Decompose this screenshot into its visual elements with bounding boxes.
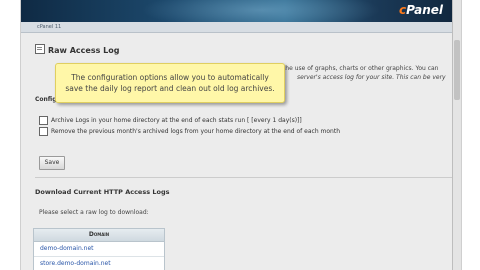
scrollbar-thumb[interactable] <box>454 40 460 100</box>
tutorial-tooltip: The configuration options allow you to a… <box>55 63 285 103</box>
scrollbar[interactable] <box>452 0 461 270</box>
download-logs-title: Download Current HTTP Access Logs <box>35 188 170 196</box>
cpanel-logo: cPanel <box>398 3 443 17</box>
page-frame: cPanel cPanel 11 Raw Access Log at the u… <box>20 0 462 270</box>
header-banner: cPanel <box>21 0 461 30</box>
remove-archived-option[interactable]: Remove the previous month's archived log… <box>39 127 340 136</box>
raw-log-table: Domain demo-domain.net store.demo-domain… <box>33 228 165 270</box>
log-icon <box>35 44 45 54</box>
domain-column-header: Domain <box>34 229 164 242</box>
domain-link[interactable]: store.demo-domain.net <box>40 260 111 267</box>
divider <box>35 177 455 178</box>
breadcrumb-bar: cPanel 11 <box>21 22 461 33</box>
breadcrumb[interactable]: cPanel 11 <box>37 22 61 32</box>
download-instruction: Please select a raw log to download: <box>39 209 149 216</box>
save-button[interactable]: Save <box>39 156 65 170</box>
archive-logs-option[interactable]: Archive Logs in your home directory at t… <box>39 116 302 125</box>
archive-logs-checkbox[interactable] <box>39 116 48 125</box>
page-title: Raw Access Log <box>35 44 119 55</box>
domain-link[interactable]: demo-domain.net <box>40 245 94 252</box>
table-row: demo-domain.net <box>34 242 164 257</box>
remove-archived-checkbox[interactable] <box>39 127 48 136</box>
table-row: store.demo-domain.net <box>34 257 164 270</box>
